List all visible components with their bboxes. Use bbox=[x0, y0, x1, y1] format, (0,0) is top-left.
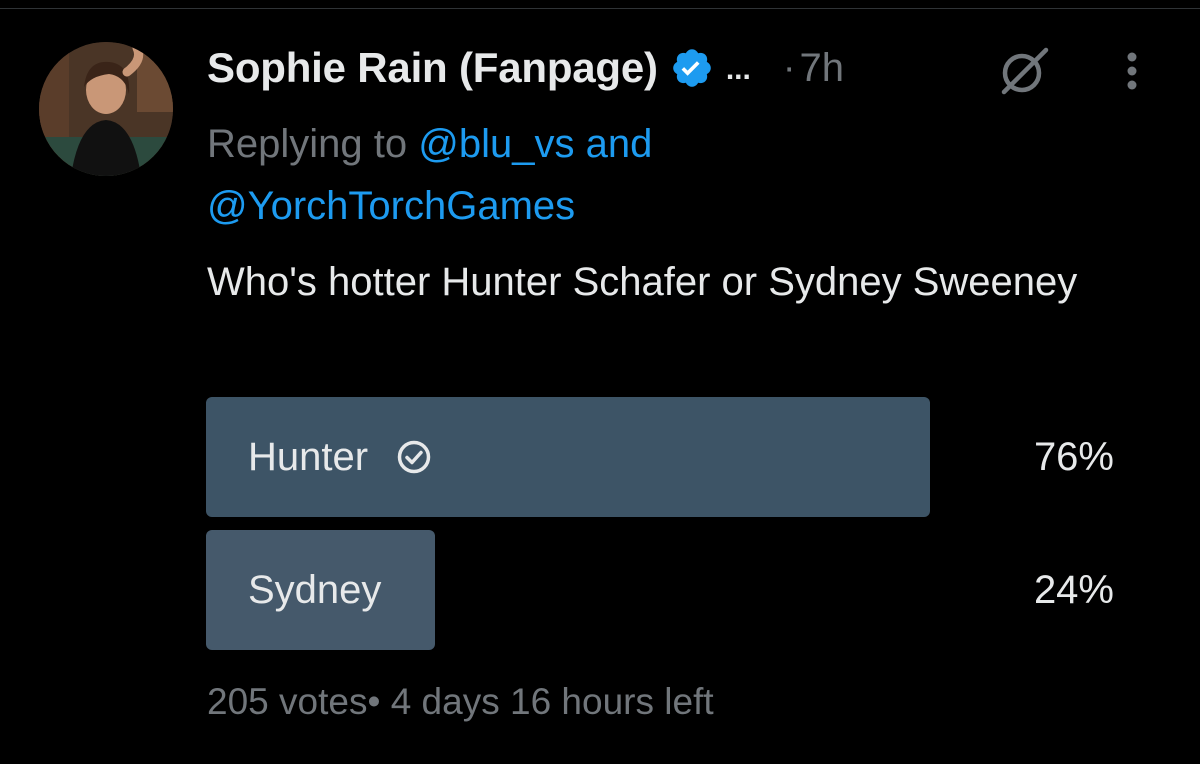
poll-option-label-wrap: Sydney bbox=[248, 530, 381, 650]
poll-option-percent: 76% bbox=[1033, 434, 1114, 479]
mention-link[interactable]: @blu_vs bbox=[418, 122, 574, 166]
poll-footer: 205 votes• 4 days 16 hours left bbox=[207, 681, 714, 723]
avatar[interactable] bbox=[39, 42, 173, 176]
poll-option-sydney[interactable]: Sydney 24% bbox=[206, 530, 1116, 650]
verified-badge-icon[interactable] bbox=[670, 46, 714, 90]
poll-footer-separator: • bbox=[367, 681, 381, 722]
check-circle-icon bbox=[394, 437, 434, 477]
poll-time-left: 4 days 16 hours left bbox=[390, 681, 714, 722]
replying-to: Replying to @blu_vs and @YorchTorchGames bbox=[207, 113, 907, 237]
author-display-name[interactable]: Sophie Rain (Fanpage) bbox=[207, 44, 658, 92]
poll-option-label-wrap: Hunter bbox=[248, 397, 434, 517]
poll-option-percent: 24% bbox=[1033, 567, 1114, 612]
poll-option-label: Sydney bbox=[248, 567, 382, 612]
top-divider bbox=[0, 8, 1200, 9]
more-options-icon[interactable] bbox=[1112, 46, 1152, 94]
replying-prefix: Replying to bbox=[207, 122, 408, 166]
poll-option-label: Hunter bbox=[248, 434, 369, 479]
replying-conjunction: and bbox=[585, 122, 653, 166]
profile-photo-icon bbox=[39, 42, 173, 176]
poll-option-hunter[interactable]: Hunter 76% bbox=[206, 397, 1116, 517]
grok-icon[interactable] bbox=[996, 44, 1050, 98]
tweet-text: Who's hotter Hunter Schafer or Sydney Sw… bbox=[207, 260, 1078, 304]
timestamp[interactable]: 7h bbox=[800, 46, 845, 91]
mention-link[interactable]: @YorchTorchGames bbox=[207, 184, 575, 228]
poll-vote-count: 205 votes bbox=[207, 681, 368, 722]
name-truncation: ... bbox=[725, 53, 751, 86]
tweet-header: Sophie Rain (Fanpage) ... · 7h bbox=[207, 40, 844, 96]
time-separator: · bbox=[782, 46, 796, 89]
